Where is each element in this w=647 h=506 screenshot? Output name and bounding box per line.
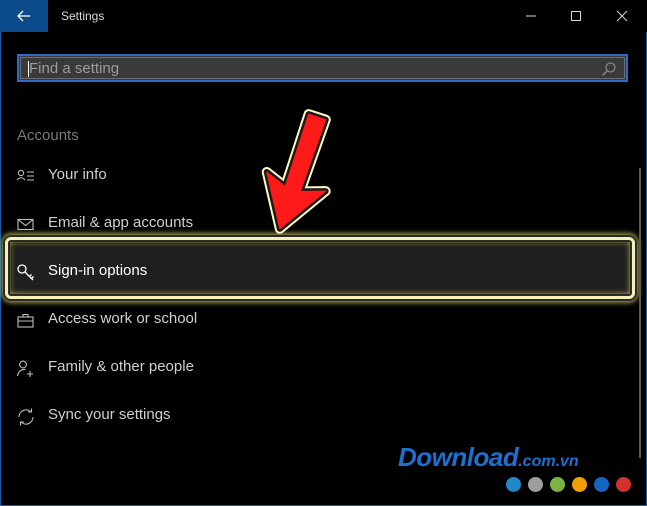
nav-item-label: Your info [48,166,107,183]
briefcase-icon [17,313,34,328]
maximize-icon [571,11,581,21]
search-icon[interactable] [601,61,617,77]
watermark-dot [616,477,631,492]
maximize-button[interactable] [553,0,599,32]
nav-item-access-work[interactable]: Access work or school [0,297,632,345]
sync-icon [18,408,34,426]
minimize-button[interactable] [508,0,554,32]
watermark-dot [550,477,565,492]
watermark-dot [572,477,587,492]
nav-item-label: Sign-in options [48,262,148,279]
close-button[interactable] [599,0,645,32]
person-card-icon [16,169,34,181]
search-box[interactable] [17,54,628,82]
red-arrow-annotation [261,109,331,234]
watermark-brand: Download [398,442,519,472]
close-icon [616,10,628,22]
text-cursor [28,61,29,77]
watermark-dots [506,477,631,492]
person-add-icon [16,360,33,377]
search-input[interactable] [29,59,589,77]
watermark-dot [594,477,609,492]
nav-item-label: Access work or school [48,310,198,327]
nav-item-sign-in-options[interactable]: Sign-in options [0,249,632,297]
section-title: Accounts [17,127,79,144]
back-arrow-icon [17,10,30,22]
mail-icon [17,218,34,231]
watermark-dot [528,477,543,492]
download-watermark-logo: Download.com.vn [398,442,579,473]
watermark-domain: .com.vn [518,453,579,470]
scrollbar[interactable] [639,168,641,458]
back-button[interactable] [0,0,48,32]
window-title: Settings [61,9,105,23]
title-bar: Settings [0,0,647,32]
key-icon [17,264,34,281]
nav-item-label: Email & app accounts [48,214,194,231]
watermark-dot [506,477,521,492]
nav-item-sync[interactable]: Sync your settings [0,393,632,441]
nav-item-label: Family & other people [48,358,194,375]
nav-item-label: Sync your settings [48,406,171,423]
minimize-icon [526,15,536,17]
nav-item-family[interactable]: Family & other people [0,345,632,393]
